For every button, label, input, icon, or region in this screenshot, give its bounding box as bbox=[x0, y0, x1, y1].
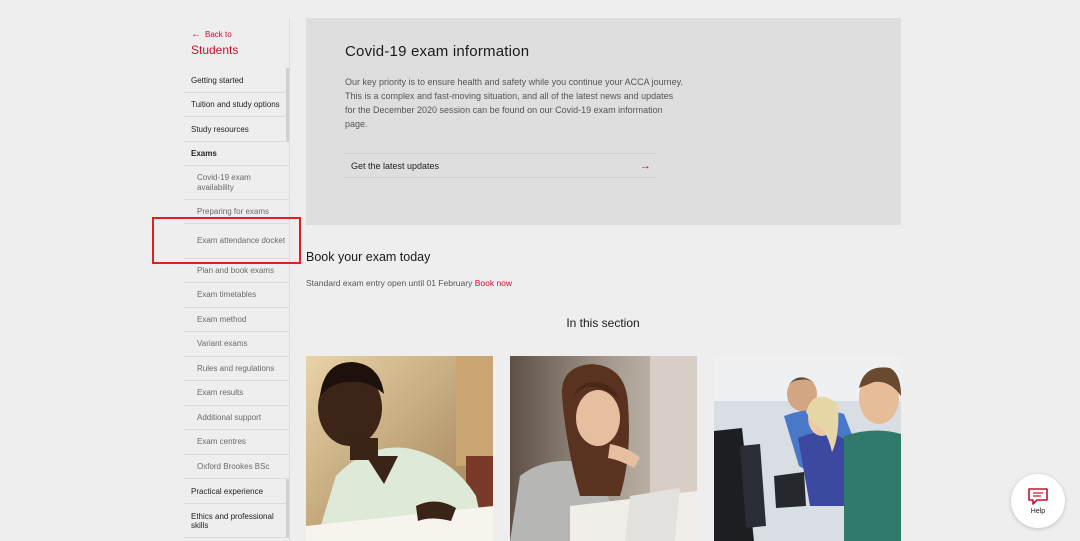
chat-icon bbox=[1028, 488, 1048, 505]
left-arrow-icon: ← bbox=[191, 28, 201, 40]
latest-updates-label: Get the latest updates bbox=[351, 160, 440, 171]
hero-title: Covid-19 exam information bbox=[345, 43, 530, 60]
hero-body-text: Our key priority is to ensure health and… bbox=[345, 77, 684, 129]
book-exam-heading: Book your exam today bbox=[306, 250, 431, 264]
in-this-section-heading: In this section bbox=[566, 316, 640, 330]
sidebar-item-study-resources[interactable]: Study resources bbox=[184, 117, 289, 142]
sidebar-subitem-exam-centres[interactable]: Exam centres bbox=[184, 430, 289, 455]
sidebar-subitem-variant-exams[interactable]: Variant exams bbox=[184, 332, 289, 357]
sidebar-subitem-rules[interactable]: Rules and regulations bbox=[184, 357, 289, 381]
students-computers-image bbox=[714, 356, 901, 541]
help-button[interactable]: Help bbox=[1011, 474, 1065, 528]
sidebar-item-ethics[interactable]: Ethics and professional skills bbox=[184, 504, 289, 538]
student-writing-image bbox=[306, 356, 493, 541]
highlight-annotation-box bbox=[152, 217, 301, 264]
sidebar-item-getting-started[interactable]: Getting started bbox=[184, 68, 289, 93]
sidebar-subitem-additional-support[interactable]: Additional support bbox=[184, 406, 289, 430]
sidebar-subitem-exam-method[interactable]: Exam method bbox=[184, 308, 289, 332]
section-card-2[interactable] bbox=[510, 356, 697, 541]
section-title[interactable]: Students bbox=[191, 43, 238, 57]
book-exam-info: Standard exam entry open until 01 Februa… bbox=[306, 278, 473, 288]
sidebar-nav: ← Back to Students Getting started Tuiti… bbox=[184, 18, 290, 541]
book-now-link[interactable]: Book now bbox=[475, 278, 512, 288]
student-laptop-image bbox=[510, 356, 697, 541]
sidebar-subitem-oxford-brookes[interactable]: Oxford Brookes BSc bbox=[184, 455, 289, 479]
section-card-3[interactable] bbox=[714, 356, 901, 541]
sidebar-subitem-timetables[interactable]: Exam timetables bbox=[184, 283, 289, 308]
right-arrow-icon: → bbox=[640, 159, 651, 172]
sidebar-menu: Getting started Tuition and study option… bbox=[184, 68, 289, 538]
sidebar-item-tuition[interactable]: Tuition and study options bbox=[184, 93, 289, 117]
back-link[interactable]: ← Back to bbox=[191, 28, 232, 40]
help-label: Help bbox=[1030, 508, 1046, 515]
sidebar-item-exams[interactable]: Exams bbox=[184, 142, 289, 166]
covid-info-panel: Covid-19 exam information Our key priori… bbox=[306, 18, 901, 225]
sidebar-item-practical-experience[interactable]: Practical experience bbox=[184, 479, 289, 504]
book-exam-text: Standard exam entry open until 01 Februa… bbox=[306, 278, 512, 288]
section-card-1[interactable] bbox=[306, 356, 493, 541]
back-link-label: Back to bbox=[205, 30, 232, 39]
latest-updates-link[interactable]: Get the latest updates → bbox=[343, 153, 657, 178]
sidebar-subitem-results[interactable]: Exam results bbox=[184, 381, 289, 406]
sidebar-subitem-covid-availability[interactable]: Covid-19 exam availability bbox=[184, 166, 289, 200]
